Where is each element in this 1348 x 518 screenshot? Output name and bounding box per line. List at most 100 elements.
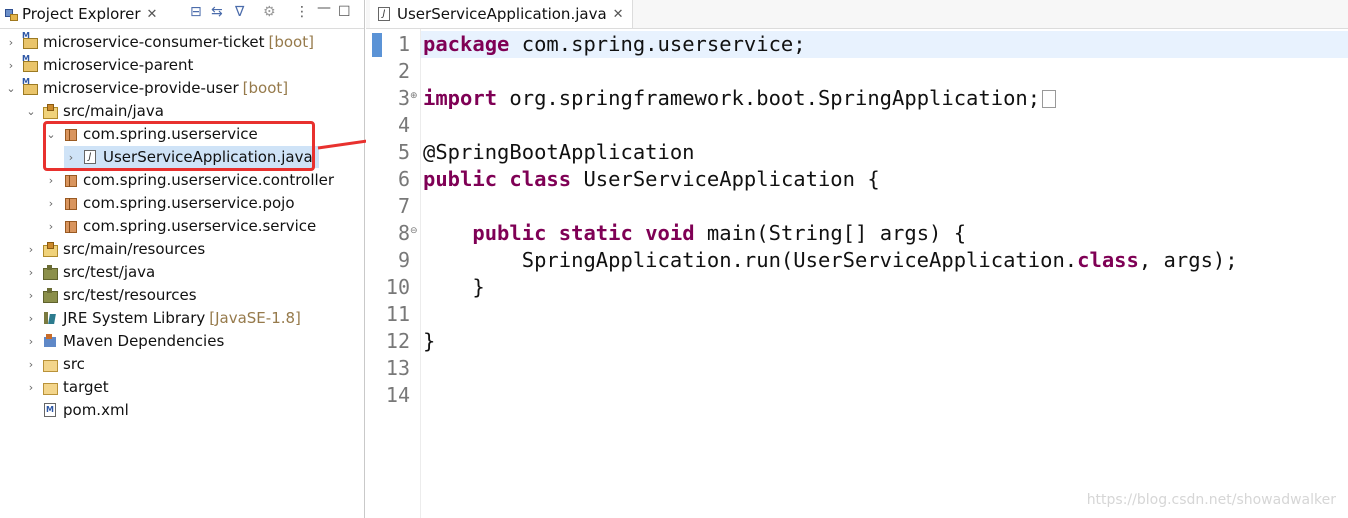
line-number: 13 <box>385 356 410 380</box>
expand-icon[interactable]: › <box>4 36 18 49</box>
line-number-gutter: 1 2 3 4 5 6 7 8 9 10 11 12 13 14 ⊕ ⊖ <box>366 29 421 518</box>
code-line-6: @SpringBootApplication <box>423 140 695 164</box>
editor-area: UserServiceApplication.java ✕ 1 2 3 4 5 … <box>366 0 1348 518</box>
library-icon <box>42 310 58 326</box>
line-number: 7 <box>397 194 410 218</box>
expand-icon[interactable]: › <box>24 381 38 394</box>
tree-item-label: Maven Dependencies <box>63 332 225 350</box>
line-number: 12 <box>385 329 410 353</box>
tree-item-label: src/test/resources <box>63 286 197 304</box>
tree-item-label: pom.xml <box>63 401 129 419</box>
expand-icon[interactable]: › <box>44 220 58 233</box>
tree-item-label: src <box>63 355 85 373</box>
expand-icon[interactable]: › <box>44 197 58 210</box>
source-folder-icon <box>42 241 58 257</box>
tree-item-maven-dependencies[interactable]: › Maven Dependencies <box>24 330 224 352</box>
tree-item-package-controller[interactable]: › com.spring.userservice.controller <box>44 169 334 191</box>
tree-item-label: microservice-provide-user <box>43 79 239 97</box>
folder-icon <box>42 379 58 395</box>
fold-collapse-icon[interactable]: ⊖ <box>410 226 418 236</box>
explorer-header: Project Explorer ✕ ⊟ ⇆ ∇ ⚙ ⋮ — ☐ <box>0 0 364 29</box>
filter-icon[interactable]: ∇ <box>235 4 244 20</box>
tree-item-microservice-consumer-ticket[interactable]: › microservice-consumer-ticket [boot] <box>4 31 314 53</box>
collapse-icon[interactable]: ⌄ <box>24 105 38 118</box>
tree-item-package-service[interactable]: › com.spring.userservice.service <box>44 215 316 237</box>
expand-icon[interactable]: › <box>24 358 38 371</box>
tree-item-microservice-parent[interactable]: › microservice-parent <box>4 54 194 76</box>
tree-item-microservice-provide-user[interactable]: ⌄ microservice-provide-user [boot] <box>4 77 288 99</box>
tab-project-explorer[interactable]: Project Explorer ✕ <box>0 0 157 28</box>
settings-icon[interactable]: ⚙ <box>263 4 276 20</box>
close-icon[interactable]: ✕ <box>613 7 624 22</box>
maximize-icon[interactable]: ☐ <box>338 4 351 20</box>
tab-label: UserServiceApplication.java <box>397 5 607 23</box>
test-folder-icon <box>42 287 58 303</box>
tree-item-label: com.spring.userservice.service <box>83 217 317 235</box>
expand-icon[interactable]: › <box>24 312 38 325</box>
editor-tab-bar: UserServiceApplication.java ✕ <box>366 0 1348 29</box>
package-icon <box>62 218 78 234</box>
project-explorer-view: Project Explorer ✕ ⊟ ⇆ ∇ ⚙ ⋮ — ☐ › micro… <box>0 0 365 518</box>
folder-icon <box>42 356 58 372</box>
tree-item-label: src/test/java <box>63 263 156 281</box>
watermark: https://blog.csdn.net/showadwalker <box>1086 492 1336 508</box>
package-icon <box>62 195 78 211</box>
tree-item-src-test-java[interactable]: › src/test/java <box>24 261 155 283</box>
expand-icon[interactable]: › <box>4 59 18 72</box>
fold-expand-icon[interactable]: ⊕ <box>410 91 418 101</box>
expand-icon[interactable]: › <box>44 174 58 187</box>
tree-item-decoration: [boot] <box>268 33 314 51</box>
folded-imports-box[interactable] <box>1042 90 1057 108</box>
line-number: 4 <box>397 113 410 137</box>
tree-item-src[interactable]: › src <box>24 353 85 375</box>
tree-item-label: com.spring.userservice.pojo <box>83 194 295 212</box>
minimize-icon[interactable]: — <box>317 0 331 16</box>
close-icon[interactable]: ✕ <box>147 7 158 22</box>
tree-item-pom-xml[interactable]: pom.xml <box>24 399 129 421</box>
tree-item-decoration: [JavaSE-1.8] <box>209 309 301 327</box>
expand-icon[interactable]: › <box>24 289 38 302</box>
code-line-10: SpringApplication.run(UserServiceApplica… <box>423 248 1238 272</box>
line-number: 8 <box>397 221 410 245</box>
code-line-11: } <box>423 275 485 299</box>
expand-icon[interactable]: › <box>24 243 38 256</box>
line-number: 5 <box>397 140 410 164</box>
tree-item-src-main-java[interactable]: ⌄ src/main/java <box>24 100 164 122</box>
tree-item-label: microservice-parent <box>43 56 194 74</box>
code-line-3: import org.springframework.boot.SpringAp… <box>423 85 1057 112</box>
expand-icon[interactable]: › <box>24 335 38 348</box>
tree-item-label: src/main/resources <box>63 240 206 258</box>
tab-userserviceapplication-java[interactable]: UserServiceApplication.java ✕ <box>370 0 633 28</box>
link-with-editor-icon[interactable]: ⇆ <box>211 4 223 20</box>
tree-item-label: microservice-consumer-ticket <box>43 33 265 51</box>
maven-library-icon <box>42 333 58 349</box>
line-number: 2 <box>397 59 410 83</box>
project-icon <box>22 77 38 96</box>
tree-item-package-pojo[interactable]: › com.spring.userservice.pojo <box>44 192 295 214</box>
line-number: 6 <box>397 167 410 191</box>
code-line-13: } <box>423 329 436 353</box>
tree-item-label: src/main/java <box>63 102 164 120</box>
collapse-all-icon[interactable]: ⊟ <box>190 4 202 20</box>
line-number: 9 <box>397 248 410 272</box>
project-icon <box>22 31 38 50</box>
collapse-icon[interactable]: ⌄ <box>4 82 18 95</box>
code-line-9: public static void main(String[] args) { <box>472 221 967 245</box>
tree-item-label: com.spring.userservice.controller <box>83 171 335 189</box>
tree-item-jre-system-library[interactable]: › JRE System Library [JavaSE-1.8] <box>24 307 301 329</box>
expand-icon[interactable]: › <box>24 266 38 279</box>
source-folder-icon <box>42 103 58 119</box>
tab-label: Project Explorer <box>22 5 141 23</box>
tree-item-label: JRE System Library <box>63 309 206 327</box>
tree-item-target[interactable]: › target <box>24 376 109 398</box>
code-line-7: public class UserServiceApplication { <box>423 167 880 191</box>
test-folder-icon <box>42 264 58 280</box>
tree-item-src-test-resources[interactable]: › src/test/resources <box>24 284 197 306</box>
java-file-icon <box>376 6 392 22</box>
code-editor[interactable]: package com.spring.userservice; import o… <box>421 29 1348 518</box>
view-menu-icon[interactable]: ⋮ <box>295 4 309 20</box>
line-number: 11 <box>385 302 410 326</box>
tree-item-decoration: [boot] <box>242 79 289 97</box>
pom-file-icon <box>42 402 58 418</box>
tree-item-src-main-resources[interactable]: › src/main/resources <box>24 238 205 260</box>
